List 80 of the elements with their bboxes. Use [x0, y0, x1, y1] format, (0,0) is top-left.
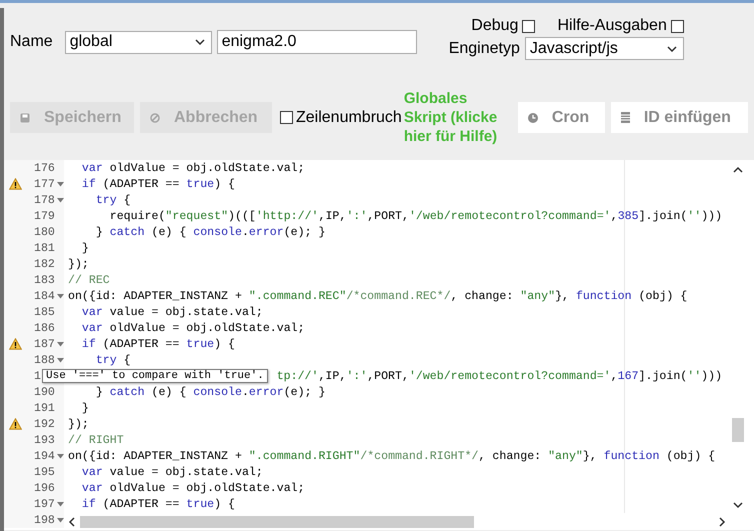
- line-number: 190: [34, 386, 55, 398]
- line-number: 186: [34, 322, 55, 334]
- line-number: 196: [34, 482, 55, 494]
- caret-icon: [666, 46, 677, 52]
- scroll-up-icon[interactable]: [733, 166, 743, 173]
- line-number: 195: [34, 466, 55, 478]
- line-number: 176: [34, 162, 55, 174]
- line-number: 180: [34, 226, 55, 238]
- line-number: 182: [34, 258, 55, 270]
- code-line: // REC: [67, 274, 110, 286]
- fold-caret-icon[interactable]: [57, 454, 64, 459]
- line-number: 181: [34, 242, 55, 254]
- checkbox[interactable]: [280, 111, 293, 124]
- scroll-thumb[interactable]: [80, 516, 474, 528]
- line-number: 194: [34, 450, 55, 462]
- checkbox[interactable]: [522, 20, 536, 32]
- code-line: tp://',IP,':',PORT,'/web/remotecontrol?command=',167].join(''))): [276, 370, 722, 382]
- fold-caret-icon[interactable]: [57, 358, 64, 363]
- line-number: 188: [34, 354, 55, 366]
- code-line: if (ADAPTER == true) {: [80, 498, 236, 510]
- code-line: try {: [94, 354, 131, 366]
- code-line: require("request")((['http://',IP,':',PORT,'/web/remotecontrol?command=',385].join(''))): [108, 210, 722, 222]
- save-icon: [20, 112, 30, 122]
- scroll-thumb[interactable]: [732, 418, 744, 442]
- code-line: });: [67, 258, 89, 270]
- line-number: 178: [34, 194, 55, 206]
- line-number: 1: [34, 370, 41, 382]
- scroll-left-icon[interactable]: [68, 517, 75, 527]
- code-line: // RIGHT: [67, 434, 124, 446]
- caret-icon: [194, 39, 205, 45]
- code-line: var oldValue = obj.oldState.val;: [80, 162, 305, 174]
- line-number: 193: [34, 434, 55, 446]
- code-line: if (ADAPTER == true) {: [80, 338, 236, 350]
- line-number: 197: [34, 498, 55, 510]
- line-number: 192: [34, 418, 55, 430]
- name-label: Name: [10, 33, 53, 51]
- clock-icon: [528, 112, 538, 122]
- code-line: var value = obj.state.val;: [80, 306, 263, 318]
- help-output-label: Hilfe-Ausgaben: [557, 17, 667, 35]
- line-number: 183: [34, 274, 55, 286]
- list-icon: [620, 112, 630, 123]
- engine-type-label: Enginetyp: [448, 40, 520, 58]
- fold-caret-icon[interactable]: [57, 294, 64, 299]
- engine-select[interactable]: Javascript/js: [524, 37, 684, 60]
- line-number: 184: [34, 290, 55, 302]
- line-number: 177: [34, 178, 55, 190]
- line-number: 191: [34, 402, 55, 414]
- code-line: } catch (e) { console.error(e); }: [94, 386, 326, 398]
- word-wrap-label: Zeilenumbruch: [296, 108, 402, 126]
- code-line: }: [80, 402, 89, 414]
- line-number: 185: [34, 306, 55, 318]
- cancel-icon: [150, 112, 160, 122]
- debug-label: Debug: [471, 17, 518, 35]
- fold-caret-icon[interactable]: [57, 182, 64, 187]
- code-line: var oldValue = obj.oldState.val;: [80, 482, 305, 494]
- code-line: var oldValue = obj.oldState.val;: [80, 322, 305, 334]
- toolbar-button[interactable]: Cron: [518, 102, 605, 133]
- line-number: 198: [34, 514, 55, 526]
- fold-caret-icon[interactable]: [57, 198, 64, 203]
- scroll-right-icon[interactable]: [719, 517, 726, 527]
- code-line: });: [67, 418, 89, 430]
- line-number: 187: [34, 338, 55, 350]
- fold-caret-icon[interactable]: [57, 502, 64, 507]
- line-number: 179: [34, 210, 55, 222]
- help-link[interactable]: Globales Skript (klicke hier für Hilfe): [404, 89, 500, 146]
- code-line: var value = obj.state.val;: [80, 466, 263, 478]
- scope-select[interactable]: global: [64, 30, 212, 54]
- fold-caret-icon[interactable]: [57, 518, 64, 523]
- code-line: try {: [94, 194, 131, 206]
- code-line: } catch (e) { console.error(e); }: [94, 226, 326, 238]
- code-line: on({id: ADAPTER_INSTANZ + ".command.REC"/*command.REC*/, change: "any"}, function (obj) {: [67, 290, 688, 302]
- code-line: on({id: ADAPTER_INSTANZ + ".command.RIGHT"/*command.RIGHT*/, change: "any"}, function (obj) {: [67, 450, 716, 462]
- code-line: if (ADAPTER == true) {: [80, 178, 236, 190]
- scroll-down-icon[interactable]: [733, 502, 743, 509]
- code-line: }: [80, 242, 89, 254]
- fold-caret-icon[interactable]: [57, 342, 64, 347]
- toolbar-button[interactable]: ID einfügen: [610, 102, 748, 133]
- name-field[interactable]: enigma2.0: [216, 30, 417, 54]
- lint-tooltip: Use '===' to compare with 'true'.: [42, 369, 268, 383]
- checkbox[interactable]: [670, 20, 684, 32]
